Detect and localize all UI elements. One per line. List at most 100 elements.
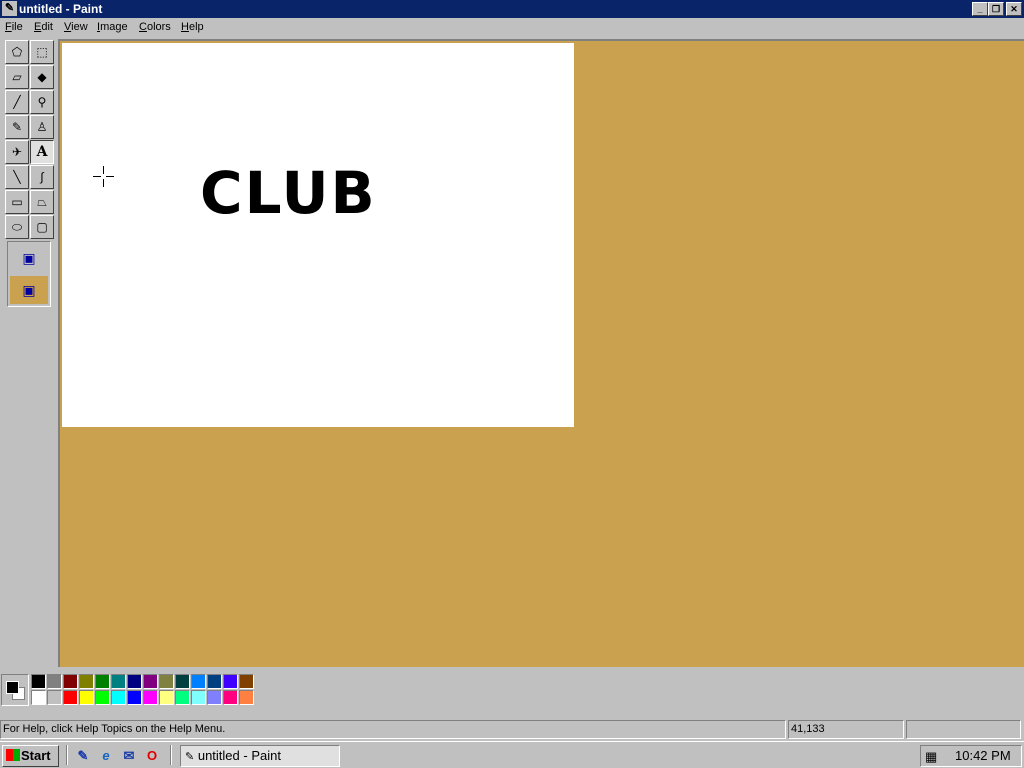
tool-fill[interactable]: ◆ (30, 65, 54, 89)
palette-swatch[interactable] (111, 690, 126, 705)
color-box (0, 667, 1024, 715)
rounded-rectangle-icon: ▢ (36, 220, 48, 234)
taskbar: Start ✎ e ✉ O ✎ untitled - Paint ▦ 10:42… (0, 741, 1024, 768)
ellipse-icon: ⬭ (11, 220, 23, 234)
menu-file[interactable]: File (5, 21, 23, 33)
tool-options-box: ▣ ▣ (7, 241, 51, 307)
text-tool-icon: A (36, 144, 48, 160)
show-desktop-icon[interactable]: ✎ (74, 747, 92, 765)
palette-swatch[interactable] (31, 674, 46, 689)
palette-swatch[interactable] (159, 690, 174, 705)
tool-polygon[interactable]: ⏢ (30, 190, 54, 214)
foreground-color-swatch (6, 681, 19, 694)
palette-swatch[interactable] (47, 690, 62, 705)
palette-swatch[interactable] (63, 690, 78, 705)
palette-swatch[interactable] (223, 690, 238, 705)
palette-swatch[interactable] (79, 674, 94, 689)
palette-swatch[interactable] (239, 674, 254, 689)
tool-curve[interactable]: ∫ (30, 165, 54, 189)
task-separator (170, 745, 172, 765)
palette-swatch[interactable] (175, 674, 190, 689)
tool-line[interactable]: ╲ (5, 165, 29, 189)
polygon-icon: ⏢ (37, 195, 47, 209)
quick-launch-separator (66, 745, 68, 765)
pencil-icon: ✎ (11, 120, 23, 134)
tool-rectangle[interactable]: ▭ (5, 190, 29, 214)
status-selection-size (906, 720, 1021, 739)
palette-swatch[interactable] (175, 690, 190, 705)
tool-select[interactable]: ⬚ (30, 40, 54, 64)
fill-bucket-icon: ◆ (37, 70, 47, 84)
close-button[interactable]: ✕ (1006, 2, 1022, 16)
opera-browser-icon[interactable]: O (143, 747, 161, 765)
tool-pencil[interactable]: ✎ (5, 115, 29, 139)
start-button[interactable]: Start (2, 745, 59, 767)
eraser-icon: ▱ (12, 70, 22, 84)
palette-swatch[interactable] (143, 690, 158, 705)
tool-magnifier[interactable]: ⚲ (30, 90, 54, 114)
status-coordinates: 41,133 (788, 720, 904, 739)
palette-swatch[interactable] (63, 674, 78, 689)
current-colors-indicator[interactable] (1, 674, 29, 706)
tool-ellipse[interactable]: ⬭ (5, 215, 29, 239)
palette-swatch[interactable] (111, 674, 126, 689)
palette-swatch[interactable] (127, 674, 142, 689)
menu-image[interactable]: Image (97, 21, 128, 33)
title-bar[interactable]: ✎ untitled - Paint _ ❐ ✕ (0, 0, 1024, 18)
restore-button[interactable]: ❐ (988, 2, 1004, 16)
menu-bar: File Edit View Image Colors Help (0, 18, 1024, 38)
tool-text[interactable]: A (30, 140, 54, 164)
palette-swatch[interactable] (95, 690, 110, 705)
free-form-select-icon: ⬠ (11, 45, 23, 59)
palette-swatch[interactable] (95, 674, 110, 689)
menu-view[interactable]: View (64, 21, 88, 33)
curve-icon: ∫ (40, 170, 44, 184)
paint-app-icon[interactable]: ✎ (2, 1, 17, 16)
window-title: untitled - Paint (19, 2, 103, 16)
tool-pick-color[interactable]: ╱ (5, 90, 29, 114)
paint-task-icon: ✎ (185, 751, 195, 763)
menu-help[interactable]: Help (181, 21, 204, 33)
transparent-option-icon[interactable]: ▣ (10, 276, 48, 304)
palette-swatch[interactable] (47, 674, 62, 689)
line-icon: ╲ (13, 170, 21, 184)
palette-swatch[interactable] (159, 674, 174, 689)
status-bar: For Help, click Help Topics on the Help … (0, 718, 1024, 740)
rect-select-icon: ⬚ (36, 45, 48, 59)
palette-swatch[interactable] (79, 690, 94, 705)
palette-swatch[interactable] (191, 674, 206, 689)
rectangle-icon: ▭ (11, 195, 23, 209)
drawing-canvas[interactable] (62, 43, 574, 427)
palette-swatch[interactable] (239, 690, 254, 705)
menu-edit[interactable]: Edit (34, 21, 53, 33)
palette-swatch[interactable] (127, 690, 142, 705)
palette-swatch[interactable] (191, 690, 206, 705)
palette-swatch[interactable] (143, 674, 158, 689)
brush-icon: ♙ (36, 120, 48, 134)
canvas-drawn-text: CLUB (200, 159, 377, 227)
magnifier-icon: ⚲ (37, 95, 47, 109)
status-help-text: For Help, click Help Topics on the Help … (0, 720, 786, 739)
tool-brush[interactable]: ♙ (30, 115, 54, 139)
tool-rounded-rectangle[interactable]: ▢ (30, 215, 54, 239)
airbrush-icon: ✈ (11, 145, 23, 159)
palette-swatch[interactable] (31, 690, 46, 705)
palette-swatch[interactable] (223, 674, 238, 689)
outlook-express-icon[interactable]: ✉ (120, 747, 138, 765)
minimize-button[interactable]: _ (972, 2, 988, 16)
crosshair-cursor-icon (93, 166, 114, 187)
system-tray: ▦ 10:42 PM (920, 745, 1022, 767)
opaque-option-icon[interactable]: ▣ (10, 244, 48, 272)
eyedropper-icon: ╱ (13, 95, 21, 109)
internet-explorer-icon[interactable]: e (97, 747, 115, 765)
tool-airbrush[interactable]: ✈ (5, 140, 29, 164)
tool-box: ⬠ ⬚ ▱ ◆ ╱ ⚲ ✎ ♙ ✈ A ╲ ∫ ▭ ⏢ ⬭ ▢ ▣ ▣ (2, 39, 56, 309)
tool-eraser[interactable]: ▱ (5, 65, 29, 89)
taskbar-button-paint[interactable]: ✎ untitled - Paint (180, 745, 340, 767)
palette-swatch[interactable] (207, 674, 222, 689)
menu-colors[interactable]: Colors (139, 21, 171, 33)
palette-swatch[interactable] (207, 690, 222, 705)
tool-free-form-select[interactable]: ⬠ (5, 40, 29, 64)
scheduler-tray-icon[interactable]: ▦ (925, 747, 937, 767)
clock[interactable]: 10:42 PM (955, 746, 1011, 766)
